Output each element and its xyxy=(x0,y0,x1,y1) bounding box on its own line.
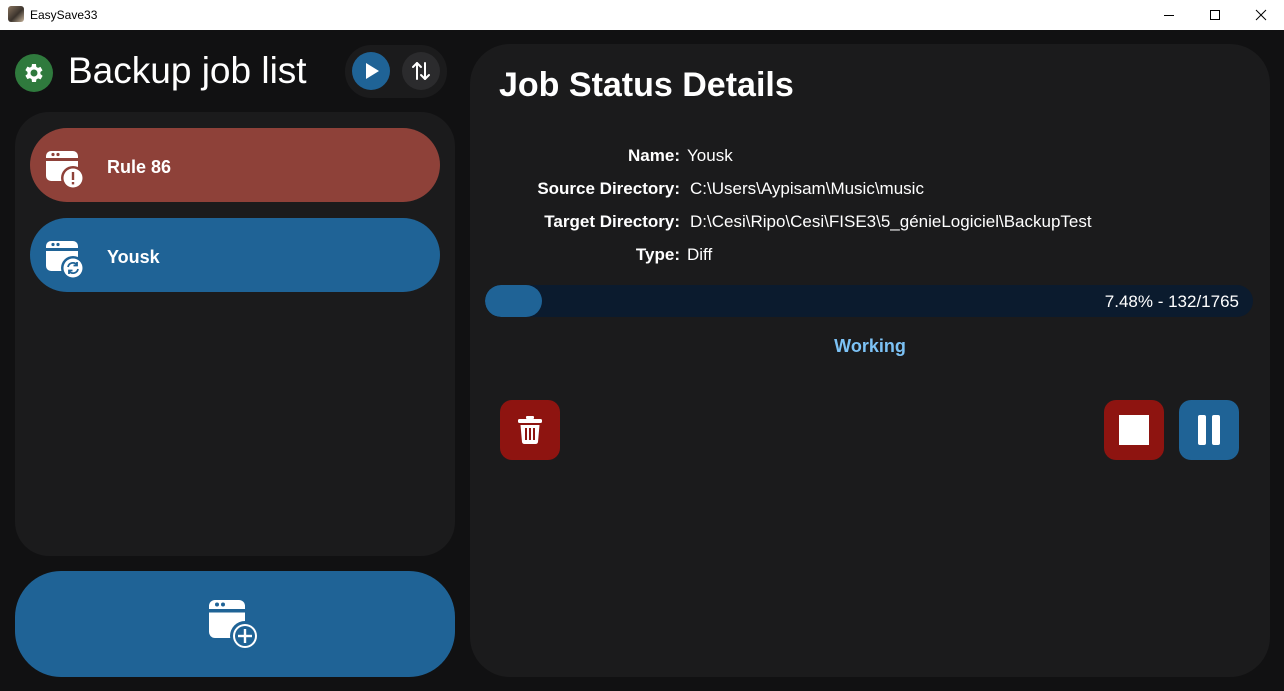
job-item-label: Yousk xyxy=(107,247,160,267)
progress-text: 7.48% - 132/1765 xyxy=(1104,292,1239,311)
details-title: Job Status Details xyxy=(499,66,794,104)
type-label: Type: xyxy=(635,245,680,264)
pause-job-button[interactable] xyxy=(1179,400,1239,460)
window-titlebar: EasySave33 xyxy=(0,0,1284,30)
page-title: Backup job list xyxy=(68,50,307,91)
progress-fill xyxy=(485,285,543,317)
stop-icon xyxy=(1119,415,1149,445)
name-value: Yousk xyxy=(687,146,733,165)
calendar-warning-icon xyxy=(46,151,85,189)
app-icon xyxy=(8,6,24,22)
play-icon xyxy=(366,63,379,79)
minimize-button[interactable] xyxy=(1146,0,1192,30)
trash-icon xyxy=(518,416,542,445)
run-all-button[interactable] xyxy=(352,52,390,90)
sort-arrows-icon xyxy=(412,62,430,80)
target-directory-label: Target Directory: xyxy=(544,212,680,231)
calendar-sync-icon xyxy=(46,241,85,279)
window-title: EasySave33 xyxy=(30,8,98,22)
settings-button[interactable] xyxy=(15,54,53,92)
stop-job-button[interactable] xyxy=(1104,400,1164,460)
add-job-button[interactable] xyxy=(15,571,455,677)
type-value: Diff xyxy=(687,245,713,264)
source-directory-label: Source Directory: xyxy=(537,179,680,198)
minimize-icon xyxy=(1164,15,1174,16)
progress-bar: 7.48% - 132/1765 xyxy=(485,285,1253,317)
maximize-icon xyxy=(1210,10,1220,20)
gear-icon xyxy=(25,64,43,82)
job-item-label: Rule 86 xyxy=(107,157,172,177)
name-label: Name: xyxy=(628,146,680,165)
target-directory-value: D:\Cesi\Ripo\Cesi\FISE3\5_génieLogiciel\… xyxy=(690,212,1092,231)
job-details-panel xyxy=(470,44,1270,677)
calendar-add-icon xyxy=(209,600,260,651)
job-item-yousk[interactable]: Yousk xyxy=(30,218,440,292)
close-icon xyxy=(1255,9,1267,21)
close-button[interactable] xyxy=(1238,0,1284,30)
maximize-button[interactable] xyxy=(1192,0,1238,30)
source-directory-value: C:\Users\Aypisam\Music\music xyxy=(690,179,924,198)
job-item-rule-86[interactable]: Rule 86 xyxy=(30,128,440,202)
delete-job-button[interactable] xyxy=(500,400,560,460)
status-label: Working xyxy=(834,336,906,356)
pause-icon xyxy=(1198,415,1220,445)
sort-button[interactable] xyxy=(402,52,440,90)
